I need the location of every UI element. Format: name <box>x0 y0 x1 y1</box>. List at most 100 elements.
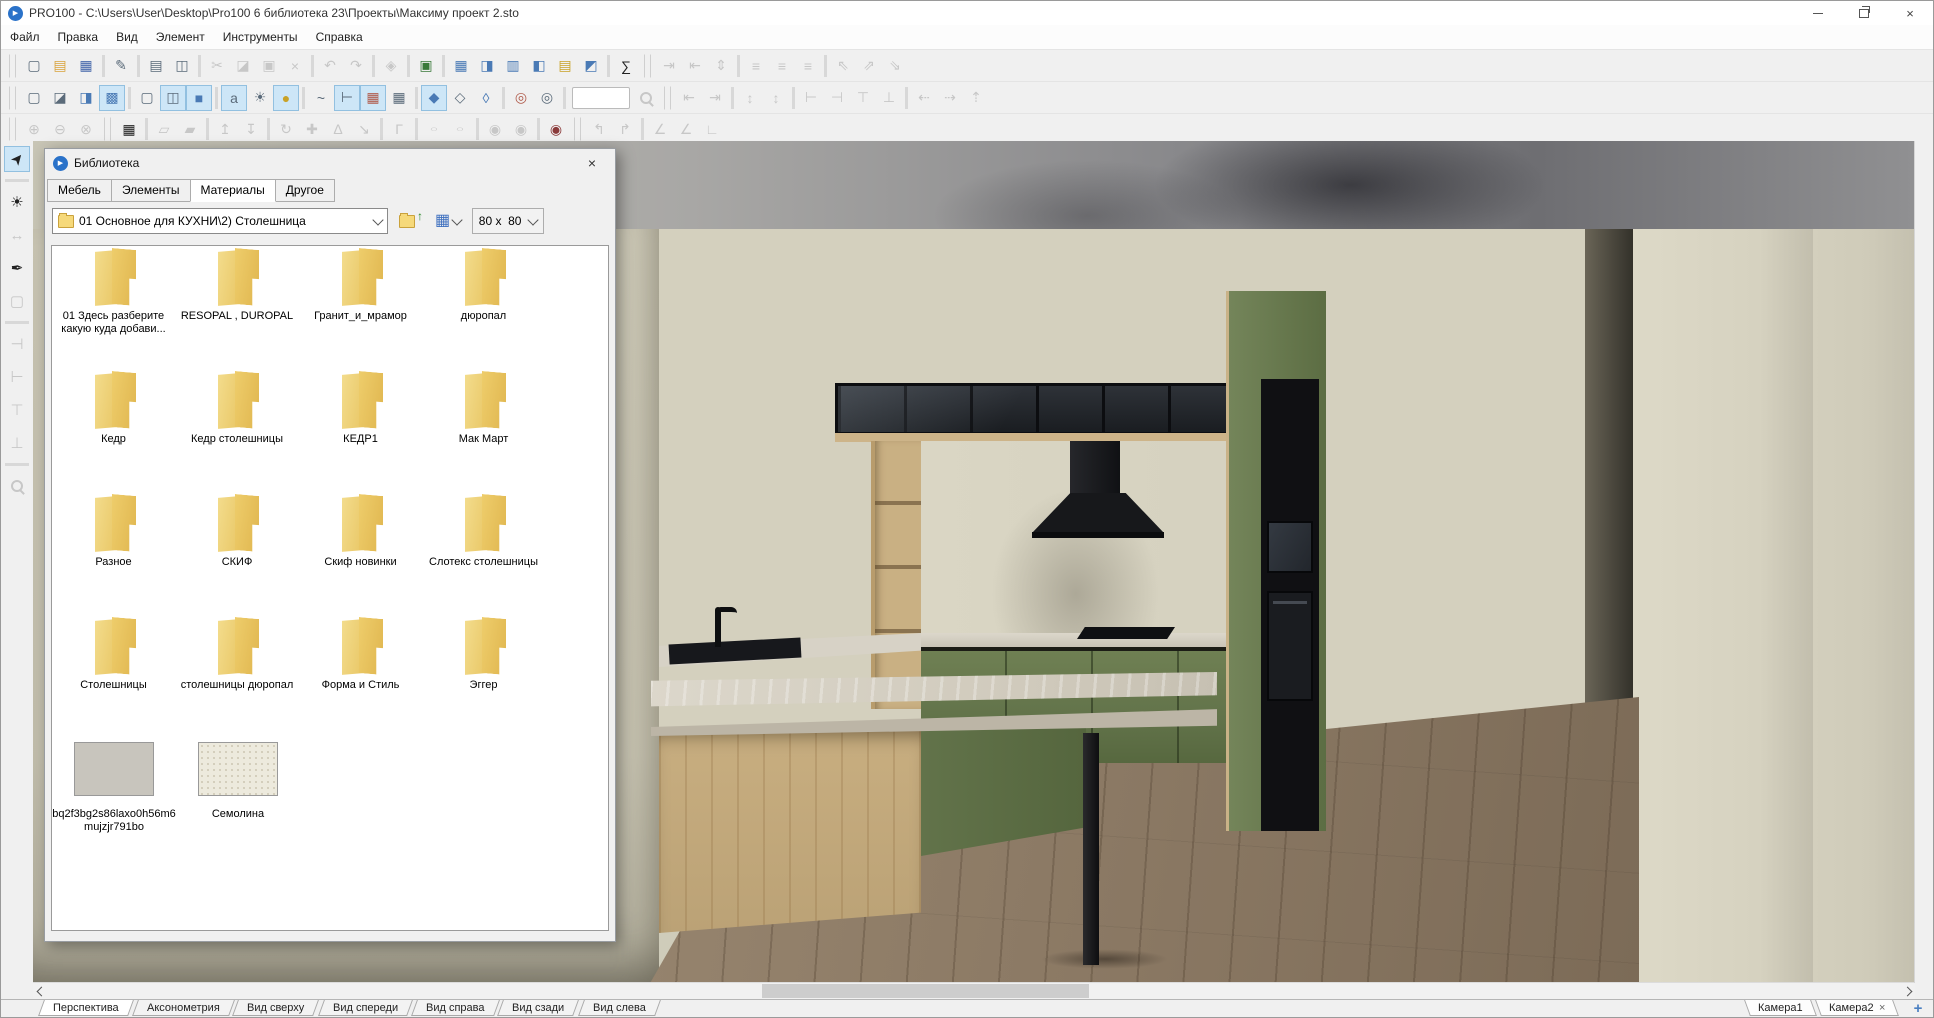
folder-path-dropdown[interactable]: 01 Основное для КУХНИ\2) Столешница <box>52 208 388 234</box>
folder-item[interactable]: Кедр столешницы <box>175 369 299 492</box>
view-tab[interactable]: Вид справа <box>411 1000 499 1016</box>
dimension-tool[interactable]: ↔ <box>4 222 30 248</box>
snap-3-button[interactable]: ⇘ <box>882 53 908 79</box>
separator[interactable] <box>311 55 314 77</box>
separator[interactable] <box>128 87 131 109</box>
align-bottom-button[interactable]: ⊥ <box>876 85 902 111</box>
scroll-right-arrow-icon[interactable] <box>1899 983 1915 999</box>
folder-item[interactable]: Мак Март <box>422 369 545 492</box>
separator[interactable] <box>824 55 827 77</box>
folder-item[interactable]: Столешницы <box>52 615 175 738</box>
pull-narrow-button[interactable]: ⇥ <box>656 53 682 79</box>
copy-button[interactable]: ◪ <box>230 53 256 79</box>
separator[interactable] <box>502 87 505 109</box>
separator[interactable] <box>372 55 375 77</box>
calculate-button[interactable]: ∑ <box>613 53 639 79</box>
level-corner-button[interactable]: ∟ <box>699 116 725 142</box>
zoom-area-tool[interactable] <box>4 473 30 499</box>
snap-grid-button[interactable]: ▦ <box>386 85 412 111</box>
pull-center-button[interactable]: ⇤ <box>682 53 708 79</box>
view-texture-button[interactable]: ▩ <box>99 85 125 111</box>
rotate-up-button[interactable]: ⇡ <box>963 85 989 111</box>
align-top-tool[interactable]: ⊤ <box>4 397 30 423</box>
separator[interactable] <box>442 55 445 77</box>
menu-item[interactable]: Правка <box>49 26 108 48</box>
folder-up-button[interactable]: ↑ <box>395 207 424 235</box>
grip[interactable] <box>9 117 16 141</box>
separator[interactable] <box>415 87 418 109</box>
mirror-button[interactable]: Δ <box>325 116 351 142</box>
add-camera-button[interactable]: + <box>1908 1000 1928 1017</box>
report-preview-button[interactable]: ◨ <box>474 53 500 79</box>
view-tab[interactable]: Вид сзади <box>497 1000 579 1016</box>
close-button[interactable]: × <box>1887 1 1933 25</box>
minimize-button[interactable] <box>1795 1 1841 25</box>
properties-button[interactable]: ✎ <box>108 53 134 79</box>
menu-item[interactable]: Инструменты <box>214 26 307 48</box>
material-item[interactable]: Семолина <box>176 742 300 834</box>
dim-height-2-button[interactable]: ↕ <box>763 85 789 111</box>
folder-item[interactable]: столешницы дюропал <box>175 615 299 738</box>
move-button[interactable]: ✚ <box>299 116 325 142</box>
level-1-button[interactable]: ≡ <box>743 53 769 79</box>
separator[interactable] <box>792 87 795 109</box>
print-button[interactable]: ▤ <box>143 53 169 79</box>
level-2-button[interactable]: ≡ <box>769 53 795 79</box>
lower-button[interactable]: ↧ <box>238 116 264 142</box>
separator[interactable] <box>641 118 644 140</box>
rotate-left-button[interactable]: ⇠ <box>911 85 937 111</box>
ellipse-button[interactable]: ○ <box>421 116 447 142</box>
material-item[interactable]: bq2f3bg2s86laxo0h56m6mujzjr791bo <box>52 742 176 834</box>
view-wireframe-button[interactable]: ▢ <box>21 85 47 111</box>
titlebar[interactable]: ▶ PRO100 - C:\Users\User\Desktop\Pro100 … <box>1 1 1933 25</box>
undo-button[interactable]: ↶ <box>317 53 343 79</box>
hide-element-button[interactable]: ◉ <box>508 116 534 142</box>
torus-flat-button[interactable]: ◎ <box>534 85 560 111</box>
separator[interactable] <box>302 87 305 109</box>
open-project-button[interactable]: ▤ <box>47 53 73 79</box>
separator[interactable] <box>267 118 270 140</box>
magnet-grid-button[interactable]: ▦ <box>116 116 142 142</box>
folder-item[interactable]: 01 Здесь разберите какую куда добави... <box>52 246 175 369</box>
profile-button[interactable]: Г <box>386 116 412 142</box>
zoom-button[interactable] <box>633 85 659 111</box>
elements-list-button[interactable]: ▤ <box>552 53 578 79</box>
separator[interactable] <box>563 87 566 109</box>
wall-up-button[interactable]: ↰ <box>586 116 612 142</box>
separator[interactable] <box>102 55 105 77</box>
library-tab[interactable]: Мебель <box>47 179 112 202</box>
rotate-right-button[interactable]: ⇢ <box>937 85 963 111</box>
ellipse-2-button[interactable]: ○ <box>447 116 473 142</box>
angle-2-button[interactable]: ∠ <box>673 116 699 142</box>
separator[interactable] <box>905 87 908 109</box>
separator[interactable] <box>407 55 410 77</box>
separator[interactable] <box>476 118 479 140</box>
grip[interactable] <box>574 117 581 141</box>
view-sketch-button[interactable]: ◪ <box>47 85 73 111</box>
separator[interactable] <box>737 55 740 77</box>
library-tab[interactable]: Элементы <box>111 179 191 202</box>
paper-tool[interactable]: ▢ <box>4 288 30 314</box>
grip[interactable] <box>9 86 16 110</box>
separator[interactable] <box>145 118 148 140</box>
folder-item[interactable]: RESOPAL , DUROPAL <box>175 246 299 369</box>
separator[interactable] <box>415 118 418 140</box>
view-mode-button[interactable]: ▦ <box>431 207 465 235</box>
align-left-button[interactable]: ⊢ <box>798 85 824 111</box>
lamp-tool[interactable]: ☀ <box>4 189 30 215</box>
separator[interactable] <box>215 87 218 109</box>
dim-width-2-button[interactable]: ⇥ <box>702 85 728 111</box>
view-tab[interactable]: Вид сверху <box>233 1000 320 1016</box>
curve-button[interactable]: ~ <box>308 85 334 111</box>
rotate-button[interactable]: ↻ <box>273 116 299 142</box>
push-both-button[interactable]: ⊗ <box>73 116 99 142</box>
snap-2-button[interactable]: ⇗ <box>856 53 882 79</box>
scroll-left-arrow-icon[interactable] <box>33 983 49 999</box>
cut-button[interactable]: ✂ <box>204 53 230 79</box>
library-tab[interactable]: Другое <box>275 179 335 202</box>
torus-button[interactable]: ◎ <box>508 85 534 111</box>
level-3-button[interactable]: ≡ <box>795 53 821 79</box>
folder-item[interactable]: Гранит_и_мрамор <box>299 246 422 369</box>
separator[interactable] <box>731 87 734 109</box>
folder-item[interactable]: СКИФ <box>175 492 299 615</box>
